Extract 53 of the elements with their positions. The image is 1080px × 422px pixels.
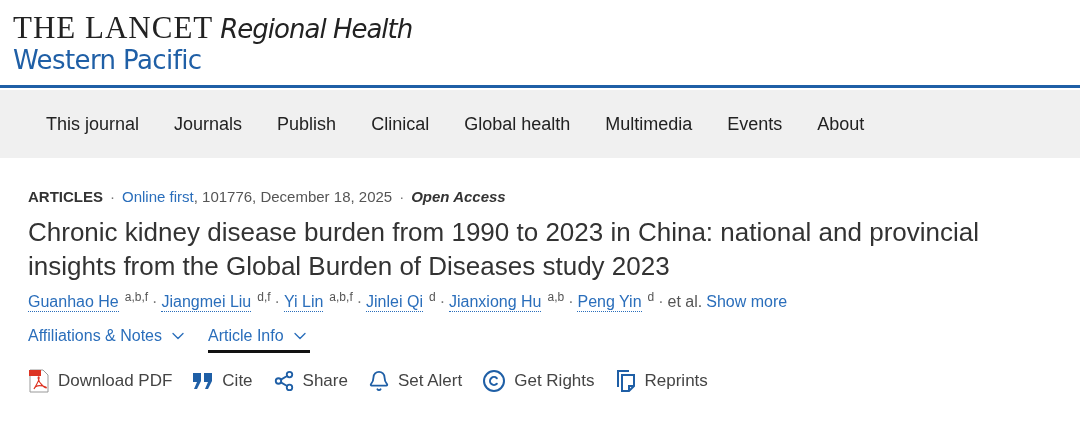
affiliation-marks: a,b,f [329, 290, 353, 304]
action-button[interactable]: Reprints [614, 369, 708, 393]
separator-dot: · [399, 188, 405, 205]
separator-dot: · [274, 293, 280, 311]
separator-dot: · [658, 293, 664, 311]
nav-link[interactable]: Publish [277, 113, 337, 135]
info-tab[interactable]: Article Info [208, 326, 310, 353]
separator-dot: · [152, 293, 158, 311]
logo-series: Regional Health [220, 14, 413, 44]
affiliation-marks: a,b,f [124, 290, 149, 304]
nav-link[interactable]: Journals [174, 113, 243, 135]
action-button[interactable]: Download PDF [28, 369, 173, 393]
section-label: ARTICLES [28, 188, 103, 205]
quote-icon [192, 372, 215, 390]
show-more-link[interactable]: Show more [706, 293, 788, 311]
author-link[interactable]: Yi Lin [283, 293, 324, 312]
nav-link[interactable]: Multimedia [605, 113, 693, 135]
logo-region: Western Pacific [13, 46, 202, 74]
nav-link[interactable]: Clinical [371, 113, 430, 135]
bell-icon [367, 370, 390, 392]
affiliation-marks: d [647, 290, 655, 304]
action-button[interactable]: Cite [192, 371, 253, 391]
share-icon [272, 370, 295, 392]
author-link[interactable]: Guanhao He [28, 293, 119, 312]
article-details: , 101776, December 18, 2025 [193, 188, 393, 205]
separator-dot: · [356, 293, 363, 311]
author-link[interactable]: Peng Yin [577, 293, 642, 312]
author-link[interactable]: Jinlei Qi [366, 293, 423, 312]
separator-dot: · [110, 188, 115, 205]
access-label: Open Access [411, 188, 506, 205]
article-title: Chronic kidney disease burden from 1990 to 2023 in China: national and provincial insights from the Global Burden of Diseases study 2023 [28, 216, 981, 283]
author-link[interactable]: Jiangmei Liu [161, 293, 252, 312]
action-button[interactable]: Share [272, 370, 348, 392]
action-button[interactable]: Set Alert [367, 370, 463, 392]
affiliation-marks: a,b [547, 290, 565, 304]
journal-logo[interactable]: THE LANCET Regional Health Western Pacific [13, 10, 1080, 74]
pdf-file-icon [28, 369, 50, 393]
separator-dot: · [568, 293, 574, 311]
info-tab[interactable]: Affiliations & Notes [28, 326, 188, 353]
status-link[interactable]: Online first [122, 188, 194, 205]
affiliation-marks: d,f [257, 290, 271, 304]
separator-dot: · [439, 293, 445, 311]
nav-link[interactable]: About [817, 113, 865, 135]
et-al-text: et al. [667, 293, 703, 311]
nav-link[interactable]: Events [727, 113, 783, 135]
affiliation-marks: d [428, 290, 436, 304]
author-link[interactable]: Jianxiong Hu [448, 293, 542, 312]
copies-icon [614, 369, 637, 393]
nav-link[interactable]: Global health [464, 113, 571, 135]
logo-title: THE LANCET [13, 10, 214, 46]
copyright-icon [482, 369, 507, 393]
action-button[interactable]: Get Rights [482, 369, 595, 393]
nav-link[interactable]: This journal [46, 113, 140, 135]
